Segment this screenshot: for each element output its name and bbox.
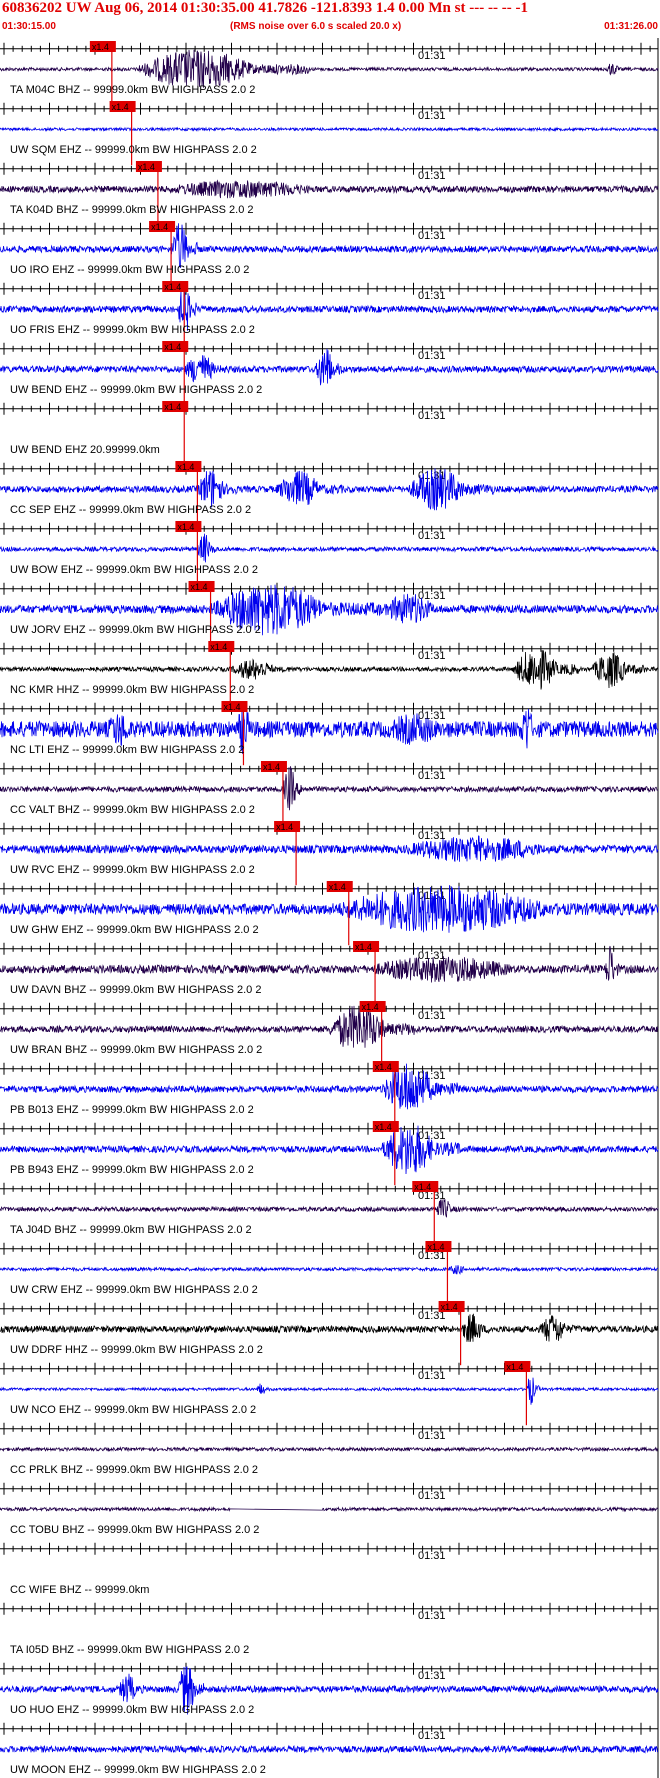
pick-label: x1.4 [362, 1002, 379, 1012]
station-label: UW BOW EHZ -- 99999.0km BW HIGHPASS 2.0 … [10, 564, 258, 576]
station-label: NC LTI EHZ -- 99999.0km BW HIGHPASS 2.0 … [10, 744, 244, 756]
minute-label: 01:31 [418, 1610, 446, 1622]
minute-label: 01:31 [418, 1730, 446, 1742]
pick-label: x1.4 [375, 1062, 392, 1072]
minute-label: 01:31 [418, 1370, 446, 1382]
minute-label: 01:31 [418, 830, 446, 842]
pick-label: x1.4 [151, 222, 168, 232]
minute-label: 01:31 [418, 170, 446, 182]
station-label: TA M04C BHZ -- 99999.0km BW HIGHPASS 2.0… [10, 84, 255, 96]
pick-label: x1.4 [164, 342, 181, 352]
minute-label: 01:31 [418, 1550, 446, 1562]
station-label: PB B943 EHZ -- 99999.0km BW HIGHPASS 2.0… [10, 1164, 254, 1176]
station-label: CC VALT BHZ -- 99999.0km BW HIGHPASS 2.0… [10, 804, 255, 816]
minute-label: 01:31 [418, 1430, 446, 1442]
pick-label: x1.4 [138, 162, 155, 172]
station-label: UW NCO EHZ -- 99999.0km BW HIGHPASS 2.0 … [10, 1404, 256, 1416]
station-label: UW DDRF HHZ -- 99999.0km BW HIGHPASS 2.0… [10, 1344, 263, 1356]
minute-label: 01:31 [418, 410, 446, 422]
pick-label: x1.4 [329, 882, 346, 892]
station-label: UW BRAN BHZ -- 99999.0km BW HIGHPASS 2.0… [10, 1044, 262, 1056]
station-label: TA J04D BHZ -- 99999.0km BW HIGHPASS 2.0… [10, 1224, 252, 1236]
header: 60836202 UW Aug 06, 2014 01:30:35.00 41.… [0, 0, 660, 40]
pick-label: x1.4 [506, 1362, 523, 1372]
pick-label: x1.4 [191, 582, 208, 592]
pick-label: x1.4 [276, 822, 293, 832]
station-label: CC TOBU BHZ -- 99999.0km BW HIGHPASS 2.0… [10, 1524, 259, 1536]
minute-label: 01:31 [418, 50, 446, 62]
pick-label: x1.4 [210, 642, 227, 652]
station-label: CC PRLK BHZ -- 99999.0km BW HIGHPASS 2.0… [10, 1464, 258, 1476]
pick-label: x1.4 [164, 282, 181, 292]
station-label: CC SEP EHZ -- 99999.0km BW HIGHPASS 2.0 … [10, 504, 251, 516]
seismogram-panel: 01:31 x1.4 TA M04C BHZ -- 99999.0km BW HIG… [0, 38, 660, 1778]
station-label: UW SQM EHZ -- 99999.0km BW HIGHPASS 2.0 … [10, 144, 257, 156]
scale-note: (RMS noise over 6.0 s scaled 20.0 x) [230, 21, 402, 32]
pick-label: x1.4 [92, 42, 109, 52]
pick-label: x1.4 [441, 1302, 458, 1312]
station-label: UO HUO EHZ -- 99999.0km BW HIGHPASS 2.0 … [10, 1704, 254, 1716]
pick-label: x1.4 [263, 762, 280, 772]
minute-label: 01:31 [418, 1010, 446, 1022]
pick-label: x1.4 [164, 402, 181, 412]
station-label: UO IRO EHZ -- 99999.0km BW HIGHPASS 2.0 … [10, 264, 249, 276]
pick-label: x1.4 [112, 102, 129, 112]
pick-label: x1.4 [375, 1122, 392, 1132]
minute-label: 01:31 [418, 530, 446, 542]
station-label: PB B013 EHZ -- 99999.0km BW HIGHPASS 2.0… [10, 1104, 254, 1116]
minute-label: 01:31 [418, 950, 446, 962]
minute-label: 01:31 [418, 1670, 446, 1682]
pick-label: x1.4 [177, 462, 194, 472]
station-label: CC WIFE BHZ -- 99999.0km [10, 1584, 149, 1596]
event-title: 60836202 UW Aug 06, 2014 01:30:35.00 41.… [2, 0, 528, 16]
minute-label: 01:31 [418, 770, 446, 782]
station-label: UW JORV EHZ -- 99999.0km BW HIGHPASS 2.0… [10, 624, 261, 636]
station-label: TA K04D BHZ -- 99999.0km BW HIGHPASS 2.0… [10, 204, 254, 216]
pick-label: x1.4 [355, 942, 372, 952]
station-label: UW DAVN BHZ -- 99999.0km BW HIGHPASS 2.0… [10, 984, 261, 996]
station-label: UW CRW EHZ -- 99999.0km BW HIGHPASS 2.0 … [10, 1284, 258, 1296]
minute-label: 01:31 [418, 1490, 446, 1502]
start-time: 01:30:15.00 [2, 21, 56, 32]
station-label: UW RVC EHZ -- 99999.0km BW HIGHPASS 2.0 … [10, 864, 255, 876]
pick-label: x1.4 [177, 522, 194, 532]
minute-label: 01:31 [418, 230, 446, 242]
station-label: UO FRIS EHZ -- 99999.0km BW HIGHPASS 2.0… [10, 324, 255, 336]
pick-label: x1.4 [427, 1242, 444, 1252]
minute-label: 01:31 [418, 290, 446, 302]
minute-label: 01:31 [418, 590, 446, 602]
pick-label: x1.4 [223, 702, 240, 712]
minute-label: 01:31 [418, 650, 446, 662]
pick-label: x1.4 [414, 1182, 431, 1192]
minute-label: 01:31 [418, 710, 446, 722]
station-label: NC KMR HHZ -- 99999.0km BW HIGHPASS 2.0 … [10, 684, 254, 696]
station-label: UW MOON EHZ -- 99999.0km BW HIGHPASS 2.0… [10, 1764, 266, 1776]
minute-label: 01:31 [418, 350, 446, 362]
station-label: UW BEND EHZ 20.99999.0km [10, 444, 160, 456]
station-label: TA I05D BHZ -- 99999.0km BW HIGHPASS 2.0… [10, 1644, 249, 1656]
minute-label: 01:31 [418, 110, 446, 122]
station-label: UW BEND EHZ -- 99999.0km BW HIGHPASS 2.0… [10, 384, 262, 396]
station-label: UW GHW EHZ -- 99999.0km BW HIGHPASS 2.0 … [10, 924, 259, 936]
end-time: 01:31:26.00 [604, 21, 658, 32]
